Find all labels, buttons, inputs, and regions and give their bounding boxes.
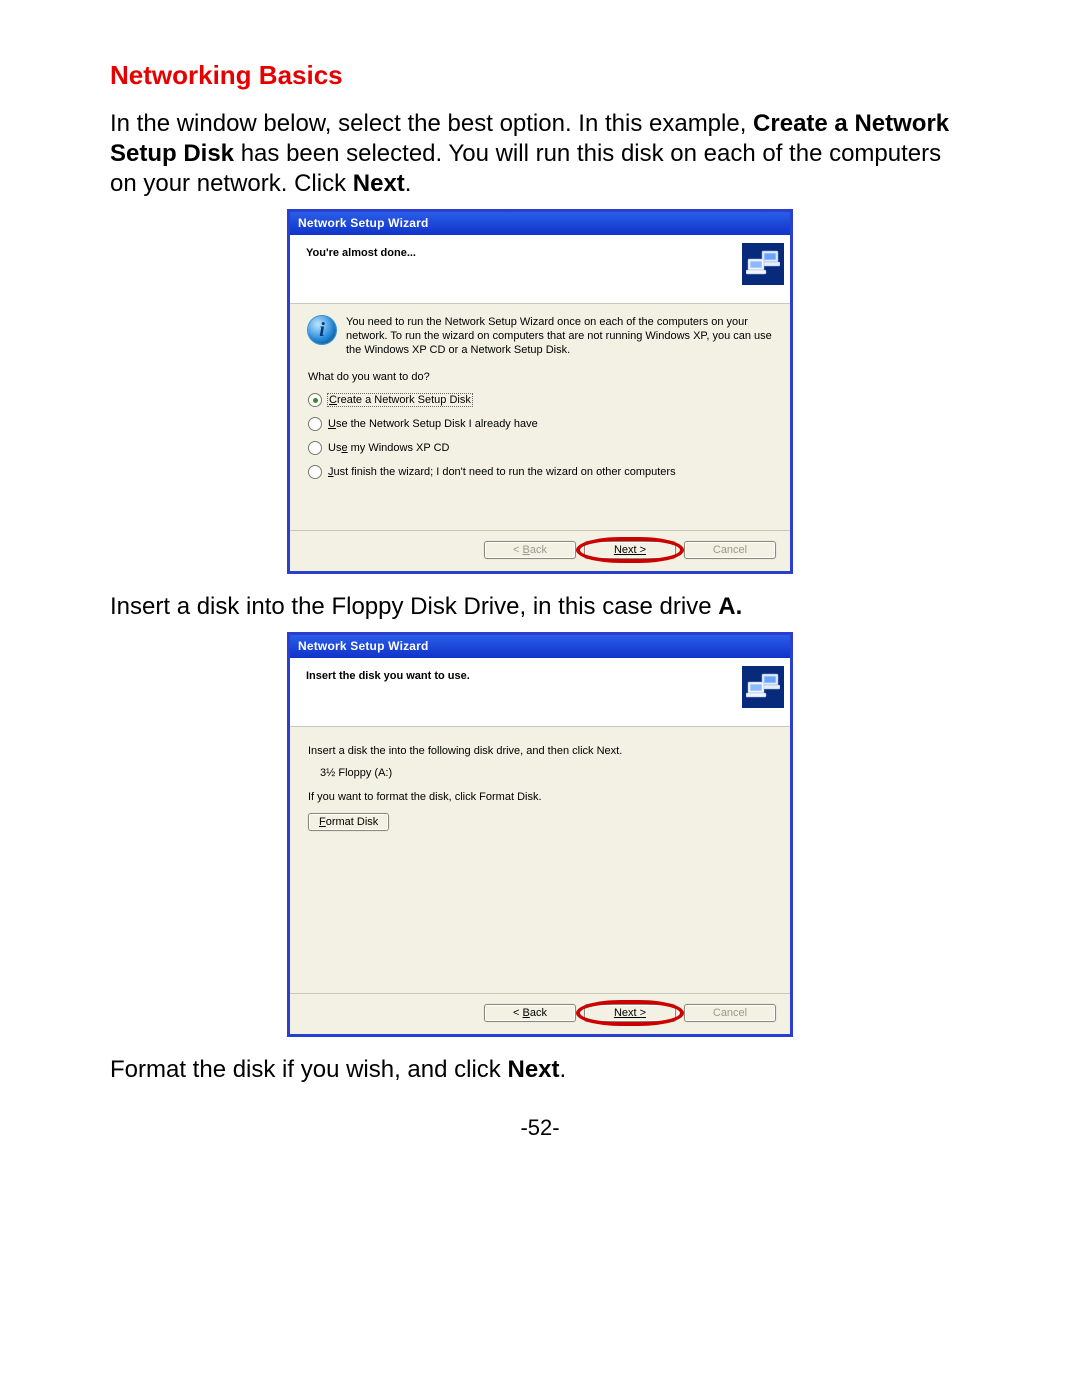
wizard-button-bar: < Back Next > Cancel (290, 993, 790, 1034)
wizard-titlebar: Network Setup Wizard (290, 212, 790, 235)
text-fragment: has been selected. You will run this dis… (110, 140, 941, 197)
text-bold: Next (353, 170, 405, 197)
radio-indicator[interactable] (308, 465, 322, 479)
wizard-header: Insert the disk you want to use. (290, 658, 790, 727)
wizard-subtitle: Insert the disk you want to use. (306, 666, 470, 682)
text-fragment: . (405, 170, 412, 197)
button-label: Format Disk (319, 816, 378, 828)
radio-option[interactable]: Use my Windows XP CD (308, 441, 772, 455)
radio-label: Create a Network Setup Disk (328, 394, 472, 406)
cancel-button[interactable]: Cancel (684, 1004, 776, 1022)
radio-option[interactable]: Just finish the wizard; I don't need to … (308, 465, 772, 479)
network-computers-icon (742, 666, 784, 708)
radio-indicator[interactable] (308, 441, 322, 455)
wizard-button-bar: < Back Next > Cancel (290, 530, 790, 571)
radio-option[interactable]: Use the Network Setup Disk I already hav… (308, 417, 772, 431)
wizard-content: Insert a disk the into the following dis… (290, 727, 790, 993)
button-label: Cancel (713, 1007, 747, 1019)
cancel-button[interactable]: Cancel (684, 541, 776, 559)
button-label: < Back (513, 1007, 547, 1019)
radio-label: Use my Windows XP CD (328, 442, 449, 454)
intro-paragraph-3: Format the disk if you wish, and click N… (110, 1055, 970, 1085)
section-title: Networking Basics (110, 60, 970, 91)
radio-label: Use the Network Setup Disk I already hav… (328, 418, 538, 430)
format-disk-button[interactable]: Format Disk (308, 813, 389, 831)
next-button[interactable]: Next > (584, 1004, 676, 1022)
wizard-subtitle: You're almost done... (306, 243, 416, 259)
button-label: Next > (614, 1007, 646, 1019)
radio-indicator[interactable] (308, 393, 322, 407)
info-text: You need to run the Network Setup Wizard… (346, 316, 772, 357)
intro-paragraph-2: Insert a disk into the Floppy Disk Drive… (110, 592, 970, 622)
next-button[interactable]: Next > (584, 541, 676, 559)
info-icon: i (308, 316, 336, 344)
button-label: < Back (513, 544, 547, 556)
text-fragment: Format the disk if you wish, and click (110, 1056, 507, 1083)
drive-label: 3½ Floppy (A:) (320, 767, 772, 779)
wizard-header: You're almost done... (290, 235, 790, 304)
wizard-titlebar: Network Setup Wizard (290, 635, 790, 658)
wizard-window-2: Network Setup Wizard Insert the disk you… (287, 632, 793, 1037)
wizard-content: i You need to run the Network Setup Wiza… (290, 304, 790, 530)
instruction-text: Insert a disk the into the following dis… (308, 745, 772, 757)
intro-paragraph-1: In the window below, select the best opt… (110, 109, 970, 199)
text-fragment: Insert a disk into the Floppy Disk Drive… (110, 593, 718, 620)
back-button[interactable]: < Back (484, 1004, 576, 1022)
format-hint-text: If you want to format the disk, click Fo… (308, 791, 772, 803)
radio-label: Just finish the wizard; I don't need to … (328, 466, 676, 478)
text-bold: Next (507, 1056, 559, 1083)
text-fragment: In the window below, select the best opt… (110, 110, 753, 137)
back-button[interactable]: < Back (484, 541, 576, 559)
wizard-window-1: Network Setup Wizard You're almost done.… (287, 209, 793, 574)
button-label: Next > (614, 544, 646, 556)
network-computers-icon (742, 243, 784, 285)
button-label: Cancel (713, 544, 747, 556)
radio-option[interactable]: Create a Network Setup Disk (308, 393, 772, 407)
page-number: -52- (110, 1115, 970, 1141)
text-bold: A. (718, 593, 742, 620)
radio-indicator[interactable] (308, 417, 322, 431)
wizard-question: What do you want to do? (308, 371, 772, 383)
text-fragment: . (560, 1056, 567, 1083)
